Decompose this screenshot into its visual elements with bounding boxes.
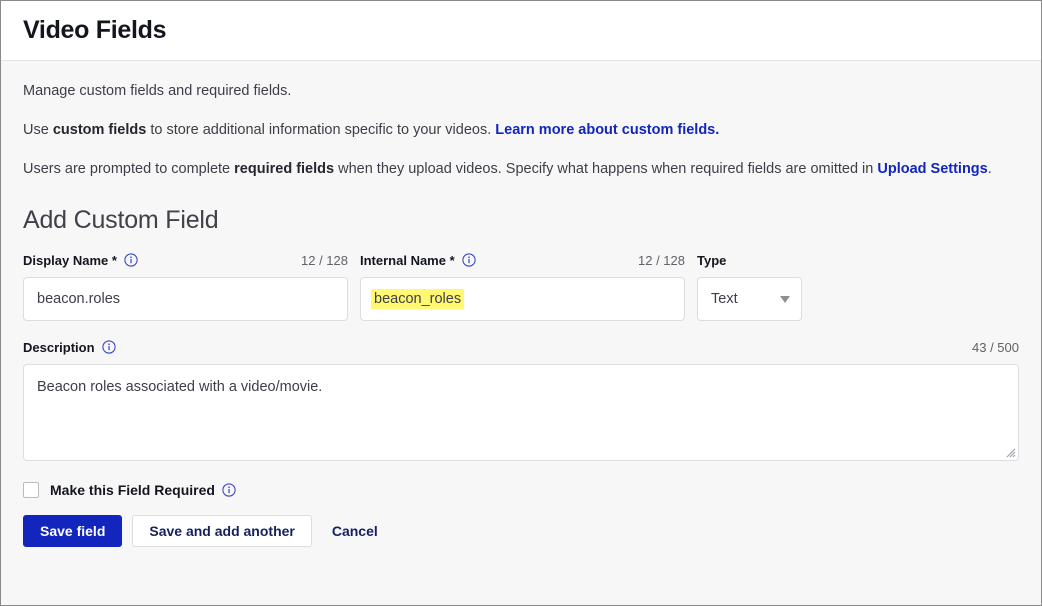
upload-settings-link[interactable]: Upload Settings (877, 161, 987, 177)
save-field-button[interactable]: Save field (23, 515, 123, 548)
chevron-down-icon (780, 295, 790, 303)
type-group: Type Text (697, 251, 802, 322)
display-name-group: Display Name * 12 / 128 beacon.roles (23, 251, 348, 322)
page-title: Video Fields (23, 16, 167, 44)
intro-line-manage: Manage custom fields and required fields… (23, 83, 292, 99)
intro-line-required-fields: Users are prompted to complete required … (23, 159, 1019, 180)
internal-name-value: beacon_roles (371, 289, 465, 310)
display-name-input[interactable]: beacon.roles (23, 277, 348, 322)
save-and-add-another-button[interactable]: Save and add another (132, 515, 312, 548)
display-name-label: Display Name * (23, 252, 117, 268)
form-actions: Save field Save and add another Cancel (23, 515, 1019, 548)
intro-bold-required-fields: required fields (234, 161, 335, 178)
field-row-names: Display Name * 12 / 128 beacon.roles Int… (23, 251, 1019, 322)
page-header: Video Fields (1, 1, 1041, 61)
cancel-button[interactable]: Cancel (322, 515, 388, 547)
description-label-line: Description 43 / 500 (23, 338, 1019, 356)
required-checkbox-row: Make this Field Required (23, 482, 1019, 499)
make-field-required-checkbox[interactable] (23, 482, 39, 499)
page-body: Manage custom fields and required fields… (1, 61, 1041, 605)
description-group: Description 43 / 500 Beacon roles associ… (23, 338, 1019, 462)
description-label: Description (23, 339, 95, 355)
internal-name-label: Internal Name * (360, 252, 455, 268)
internal-name-input[interactable]: beacon_roles (360, 277, 685, 322)
display-name-label-line: Display Name * 12 / 128 (23, 251, 348, 269)
info-icon[interactable] (101, 340, 116, 354)
info-icon[interactable] (222, 483, 236, 497)
type-label: Type (697, 252, 727, 268)
intro-bold-custom-fields: custom fields (52, 122, 147, 139)
learn-more-link[interactable]: Learn more about custom fields. (495, 122, 719, 138)
internal-name-group: Internal Name * 12 / 128 beacon_roles (360, 251, 685, 322)
display-name-value: beacon.roles (37, 291, 121, 308)
internal-name-label-line: Internal Name * 12 / 128 (360, 251, 685, 269)
add-custom-field-heading: Add Custom Field (23, 206, 219, 235)
type-label-line: Type (697, 251, 802, 269)
info-icon[interactable] (124, 253, 138, 267)
display-name-counter: 12 / 128 (301, 252, 348, 268)
description-counter: 43 / 500 (972, 339, 1019, 355)
description-textarea[interactable]: Beacon roles associated with a video/mov… (23, 364, 1019, 462)
video-fields-page: Video Fields Manage custom fields and re… (0, 0, 1042, 606)
internal-name-counter: 12 / 128 (638, 252, 685, 268)
type-select[interactable]: Text (697, 277, 802, 322)
intro-text-4: when they upload videos. Specify what ha… (334, 161, 878, 178)
intro-text-3: Users are prompted to complete (23, 161, 235, 178)
intro-text-5: . (987, 161, 992, 178)
type-selected-value: Text (711, 291, 738, 308)
intro-line-custom-fields: Use custom fields to store additional in… (23, 120, 1019, 141)
description-textarea-wrapper: Beacon roles associated with a video/mov… (23, 364, 1019, 462)
intro-text-1: Use (23, 122, 53, 139)
info-icon[interactable] (462, 253, 476, 267)
intro-text-2: to store additional information specific… (146, 122, 496, 139)
make-field-required-label: Make this Field Required (50, 482, 215, 499)
